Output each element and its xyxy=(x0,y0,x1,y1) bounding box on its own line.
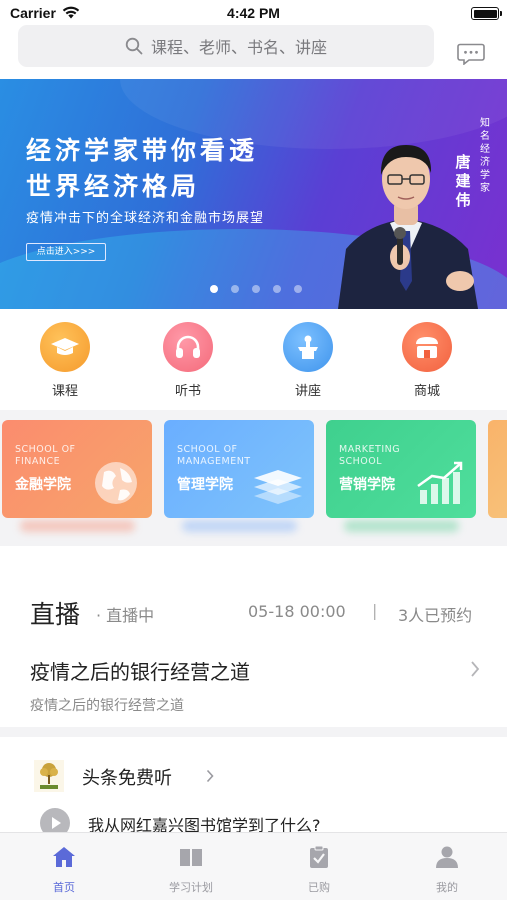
message-icon[interactable] xyxy=(457,43,485,65)
banner-enter-button[interactable]: 点击进入>>> xyxy=(26,243,106,261)
school-english-name: SCHOOL OF FINANCE xyxy=(15,444,76,468)
live-title: 直播 xyxy=(30,600,81,629)
live-reservation-count: 3人已预约 xyxy=(398,606,473,625)
carousel-dot[interactable] xyxy=(294,285,302,293)
tab-me[interactable]: 我的 xyxy=(407,845,487,895)
banner-subtitle: 疫情冲击下的全球经济和金融市场展望 xyxy=(26,211,265,226)
shop-icon xyxy=(416,337,438,358)
carousel-dots[interactable] xyxy=(210,285,302,293)
live-separator: | xyxy=(372,601,378,620)
tab-study-plan[interactable]: 学习计划 xyxy=(151,845,231,895)
podium-icon xyxy=(298,335,318,359)
library-logo-icon xyxy=(34,760,64,792)
speaker-name: 唐建伟 xyxy=(455,153,471,209)
card-shadow xyxy=(182,520,297,532)
promo-banner[interactable]: 经济学家带你看透 世界经济格局 疫情冲击下的全球经济和金融市场展望 点击进入>>… xyxy=(0,79,507,309)
category-label: 讲座 xyxy=(294,384,321,399)
live-header: 直播 · 直播中 05-18 00:00 | 3人已预约 xyxy=(30,595,490,629)
growth-chart-icon xyxy=(417,461,463,504)
search-placeholder: 课程、老师、书名、讲座 xyxy=(150,38,327,57)
school-en-line1: MARKETING xyxy=(339,444,401,455)
clipboard-check-icon xyxy=(310,845,328,868)
live-time: 05-18 00:00 xyxy=(248,602,346,621)
school-name: 管理学院 xyxy=(177,477,233,493)
card-shadow xyxy=(344,520,459,532)
tab-bar: 首页 学习计划 已购 我的 xyxy=(0,832,507,900)
category-circle xyxy=(163,322,213,372)
carousel-dot[interactable] xyxy=(210,285,218,293)
school-en-line1: SCHOOL OF xyxy=(177,444,238,455)
carousel-dot[interactable] xyxy=(273,285,281,293)
chevron-right-icon[interactable] xyxy=(206,769,214,783)
school-en-line2: SCHOOL xyxy=(339,456,383,467)
banner-title-line1: 经济学家带你看透 xyxy=(26,136,259,165)
tab-home[interactable]: 首页 xyxy=(24,845,104,895)
search-bar[interactable]: 课程、老师、书名、讲座 xyxy=(18,25,434,67)
layers-icon xyxy=(254,470,302,504)
school-card-marketing[interactable]: MARKETING SCHOOL 营销学院 xyxy=(326,420,476,518)
battery-icon xyxy=(471,7,502,20)
user-icon xyxy=(436,846,458,868)
category-label: 商城 xyxy=(413,384,440,399)
live-course-title[interactable]: 疫情之后的银行经营之道 xyxy=(30,656,250,685)
category-label: 听书 xyxy=(174,384,201,399)
speaker-tag: 知名经济学家 xyxy=(480,118,490,194)
school-en-line2: FINANCE xyxy=(15,456,61,467)
section-divider xyxy=(0,727,507,737)
live-course-subtitle: 疫情之后的银行经营之道 xyxy=(30,698,184,714)
tab-label: 我的 xyxy=(436,881,458,894)
banner-title-line2: 世界经济格局 xyxy=(26,172,201,201)
tab-label: 学习计划 xyxy=(169,881,213,894)
book-icon xyxy=(180,849,202,866)
category-shop[interactable]: 商城 xyxy=(392,322,462,399)
school-english-name: MARKETING SCHOOL xyxy=(339,444,400,468)
tab-label: 已购 xyxy=(308,881,330,894)
category-row: 课程 听书 讲座 商城 xyxy=(0,322,507,402)
headphones-icon xyxy=(176,335,200,358)
school-card-partial[interactable] xyxy=(488,420,507,518)
search-icon xyxy=(125,37,143,55)
category-circle xyxy=(283,322,333,372)
status-bar: Carrier 4:42 PM xyxy=(0,0,507,26)
tab-purchased[interactable]: 已购 xyxy=(279,845,359,895)
category-circle xyxy=(402,322,452,372)
schools-carousel[interactable]: SCHOOL OF FINANCE 金融学院 SCHOOL OF MANAGEMEN… xyxy=(0,410,507,546)
school-name: 营销学院 xyxy=(339,477,395,493)
headline-title: 头条免费听 xyxy=(82,768,172,789)
school-en-line2: MANAGEMENT xyxy=(177,456,251,467)
school-card-management[interactable]: SCHOOL OF MANAGEMENT 管理学院 xyxy=(164,420,314,518)
school-card-finance[interactable]: SCHOOL OF FINANCE 金融学院 xyxy=(2,420,152,518)
live-status: · 直播中 xyxy=(96,606,155,625)
category-circle xyxy=(40,322,90,372)
globe-icon xyxy=(95,462,137,504)
clock: 4:42 PM xyxy=(227,5,280,21)
chevron-right-icon[interactable] xyxy=(470,660,480,678)
category-lectures[interactable]: 讲座 xyxy=(273,322,343,399)
category-label: 课程 xyxy=(51,384,78,399)
headline-card[interactable]: 头条免费听 我从网红嘉兴图书馆学到了什么? xyxy=(14,750,494,838)
tab-label: 首页 xyxy=(53,881,75,894)
category-courses[interactable]: 课程 xyxy=(30,322,100,399)
school-en-line1: SCHOOL OF xyxy=(15,444,76,455)
category-audiobooks[interactable]: 听书 xyxy=(153,322,223,399)
school-name: 金融学院 xyxy=(15,477,71,493)
school-english-name: SCHOOL OF MANAGEMENT xyxy=(177,444,251,468)
home-icon xyxy=(53,847,75,867)
graduation-cap-icon xyxy=(51,338,79,355)
carousel-dot[interactable] xyxy=(231,285,239,293)
card-shadow xyxy=(20,520,135,532)
carousel-dot[interactable] xyxy=(252,285,260,293)
